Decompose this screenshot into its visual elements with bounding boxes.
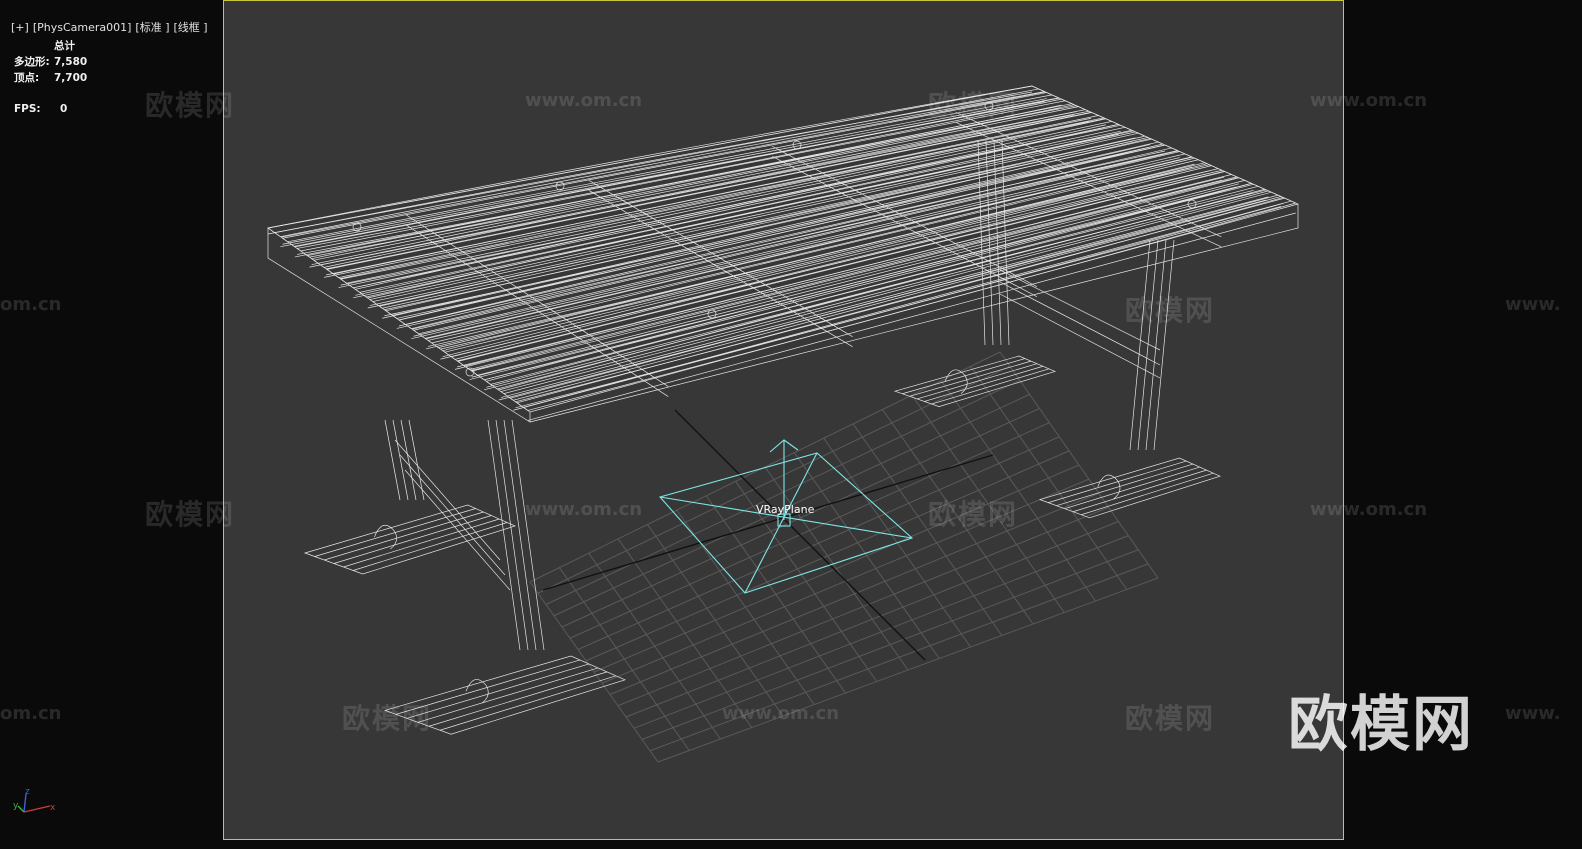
tabletop-wire (457, 171, 1225, 362)
table-foot-wire (417, 667, 599, 723)
watermark-url: www.om.cn (525, 90, 643, 111)
vertices-value: 7,700 (54, 72, 88, 84)
table-leg-wire (503, 419, 537, 651)
table-foot (303, 504, 516, 575)
watermark-brand: 欧模网 (1125, 702, 1216, 735)
table-leg-wire (495, 419, 529, 651)
viewport-camera-menu[interactable]: [PhysCamera001] (33, 21, 132, 34)
watermark-url: www.om.cn (1310, 499, 1428, 520)
tabletop-plank-edge (428, 163, 1195, 347)
grid-line (657, 577, 1159, 763)
table-bolt (792, 140, 802, 150)
table-leg-wire (408, 419, 425, 501)
fps-label: FPS: (14, 103, 41, 115)
watermark-url-partial: om.cn (0, 294, 62, 315)
table-leg-wire (1145, 239, 1167, 451)
home-grid (529, 351, 1159, 763)
polygons-label: 多边形: (14, 56, 50, 68)
table-leg-wire (392, 419, 409, 501)
axis-x-label: x (50, 803, 56, 813)
grid-line (793, 452, 940, 659)
axis-y-label: y (13, 801, 19, 811)
vrayplane-label: VRayPlane (756, 503, 815, 516)
table-wireframe (267, 85, 1300, 735)
watermark-brand: 欧模网 (928, 498, 1019, 531)
table-foot-wire (324, 511, 484, 561)
table-foot-wire (1056, 463, 1194, 507)
table-bolt (707, 309, 717, 319)
scene-statistics: 总计 多边形: 7,580 顶点: 7,700 FPS: 0 (14, 38, 87, 117)
table-leg-wire (400, 419, 417, 501)
table-foot-wire (1072, 469, 1207, 513)
grid-line (970, 366, 1128, 590)
table-leg-wire (1001, 139, 1010, 346)
table-foot-wire (916, 363, 1038, 400)
table-foot-wire (428, 671, 608, 727)
watermark-url-partial: www. (1505, 294, 1561, 315)
viewport-label-menu[interactable]: [+] [PhysCamera001] [标准 ] [线框 ] (4, 6, 212, 35)
table-foot-wire (343, 518, 500, 568)
table-foot-wire (1081, 472, 1214, 516)
axis-z-label: z (25, 787, 30, 797)
table-leg-wire (511, 419, 545, 651)
tabletop-plank-edge (442, 170, 1210, 358)
table-foot-wire (353, 522, 508, 571)
axis-gizmo-icon: x z y (13, 787, 56, 813)
table-foot (893, 355, 1057, 407)
brand-logo: 欧模网 (1288, 690, 1474, 760)
table-foot-wire (333, 515, 492, 564)
table-leg-wire (1137, 239, 1159, 451)
tabletop-plank-edge (309, 114, 1075, 268)
table-leg-wire (487, 419, 521, 651)
grid-axes (542, 409, 994, 661)
watermark-url-partial: www. (1505, 703, 1561, 724)
fps-value: 0 (60, 103, 68, 115)
grid-line (641, 549, 1139, 740)
stats-header: 总计 (54, 40, 75, 52)
table-leg-wire (384, 419, 401, 501)
viewport-plus-menu[interactable]: [+] (11, 21, 29, 34)
tabletop-plank-edge (413, 157, 1180, 337)
table-stretcher (394, 439, 511, 591)
table-leg-wire (1129, 239, 1151, 451)
vertices-label: 顶点: (14, 72, 40, 84)
watermark-url-partial: om.cn (0, 703, 62, 724)
watermark-url: www.om.cn (1310, 90, 1428, 111)
viewport-shading-standard-menu[interactable]: [标准 ] (135, 21, 169, 34)
watermark-brand: 欧模网 (1125, 294, 1216, 327)
table-leg-wire (1153, 239, 1175, 451)
table-foot-wire (406, 663, 590, 719)
grid-line (633, 535, 1129, 729)
watermark-brand: 欧模网 (145, 498, 236, 531)
watermark-brand: 欧模网 (928, 89, 1019, 122)
tabletop-wire (313, 106, 1079, 261)
watermark-brand: 欧模网 (145, 89, 236, 122)
grid-line (940, 380, 1096, 602)
watermark-brand: 欧模网 (342, 702, 433, 735)
table-foot-wire (1048, 460, 1187, 503)
tabletop-plank-edge (355, 130, 1121, 296)
grid-line (999, 351, 1159, 579)
tabletop-front-edge (267, 228, 531, 423)
polygons-value: 7,580 (54, 56, 88, 68)
table-foot-wire (439, 675, 617, 731)
watermark-url: www.om.cn (722, 703, 840, 724)
watermark-url: www.om.cn (525, 499, 643, 520)
viewport-wireframe-menu[interactable]: [线框 ] (174, 21, 208, 34)
